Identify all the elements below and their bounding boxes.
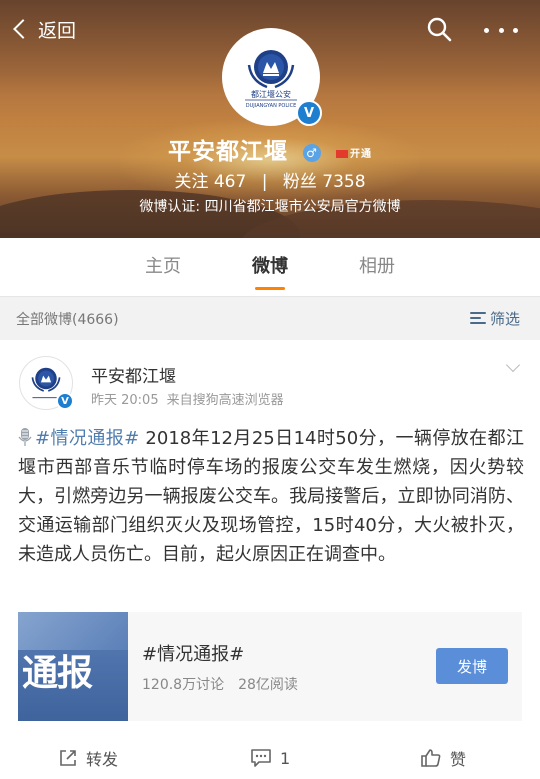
flag-icon — [336, 150, 349, 158]
verification-text: 微博认证: 四川省都江堰市公安局官方微博 — [139, 199, 401, 215]
post-actions: 转发 1 赞 — [0, 737, 540, 779]
post-filter-bar: 全部微博(4666) 筛选 — [0, 296, 540, 340]
chevron-down-icon[interactable] — [506, 360, 520, 374]
back-button[interactable]: 返回 — [12, 14, 76, 44]
member-badge: 开通 — [336, 145, 372, 160]
logo-cn-text: 都江堰公安 — [251, 89, 291, 99]
topic-read-count: 28亿阅读 — [238, 677, 298, 693]
profile-name: 平安都江堰 — [167, 139, 288, 165]
topic-thumb-text: 通报 — [22, 653, 93, 694]
filter-button[interactable]: 筛选 — [470, 307, 520, 329]
like-button[interactable]: 赞 — [420, 745, 466, 771]
topic-stats: 120.8万讨论 28亿阅读 — [142, 674, 298, 694]
post-content: #情况通报# 2018年12月25日14时50分，一辆停放在都江堰市西部音乐节临… — [18, 424, 524, 569]
repost-label: 转发 — [86, 750, 119, 769]
topic-card[interactable]: 通报 #情况通报# 120.8万讨论 28亿阅读 发博 — [18, 612, 522, 721]
follow-stat[interactable]: 关注 467 — [174, 172, 246, 192]
topic-title: #情况通报# — [142, 644, 245, 665]
hashtag-link[interactable]: #情况通报# — [35, 428, 139, 449]
repost-button[interactable]: 转发 — [58, 745, 118, 771]
post-source: 来自搜狗高速浏览器 — [166, 393, 284, 408]
profile-stats: 关注 467 | 粉丝 7358 — [0, 167, 540, 192]
comment-icon — [251, 749, 271, 767]
microphone-icon — [18, 428, 32, 446]
comment-count: 1 — [280, 748, 291, 768]
post-card: V 平安都江堰 昨天 20:05 来自搜狗高速浏览器 #情况通报# 2018年12… — [0, 340, 540, 779]
verified-badge-icon: V — [56, 392, 74, 410]
repost-icon — [60, 750, 76, 766]
post-button[interactable]: 发博 — [436, 648, 508, 684]
thumbs-up-icon — [421, 749, 441, 767]
fans-stat[interactable]: 粉丝 7358 — [283, 172, 366, 192]
post-author-name[interactable]: 平安都江堰 — [91, 362, 176, 387]
back-label: 返回 — [38, 19, 77, 42]
verified-badge-icon: V — [296, 100, 322, 126]
filter-label: 筛选 — [490, 309, 521, 328]
profile-cover: 返回 都江堰公安 DUJIANGYAN POLICE V 平安都江堰 ♂ 开通 … — [0, 0, 540, 238]
tab-album[interactable]: 相册 — [349, 238, 405, 296]
post-meta: 昨天 20:05 来自搜狗高速浏览器 — [91, 389, 284, 408]
topic-discussion-count: 120.8万讨论 — [142, 677, 225, 693]
stat-divider: | — [261, 172, 268, 192]
topic-thumbnail: 通报 — [18, 612, 128, 721]
profile-tabs: 主页 微博 相册 — [0, 238, 540, 296]
all-posts-count[interactable]: 全部微博(4666) — [16, 309, 119, 329]
fans-count: 7358 — [322, 172, 366, 192]
filter-icon — [470, 311, 486, 325]
follow-count: 467 — [213, 172, 247, 192]
comment-button[interactable]: 1 — [250, 745, 290, 771]
male-gender-icon: ♂ — [303, 143, 321, 162]
logo-en-text: DUJIANGYAN POLICE — [246, 103, 297, 109]
like-label: 赞 — [450, 750, 467, 769]
tab-home[interactable]: 主页 — [135, 238, 191, 296]
post-time: 昨天 20:05 — [91, 393, 159, 408]
chevron-left-icon — [13, 19, 33, 39]
more-icon[interactable] — [484, 18, 518, 42]
tab-weibo[interactable]: 微博 — [242, 238, 298, 296]
search-icon[interactable] — [426, 16, 452, 42]
